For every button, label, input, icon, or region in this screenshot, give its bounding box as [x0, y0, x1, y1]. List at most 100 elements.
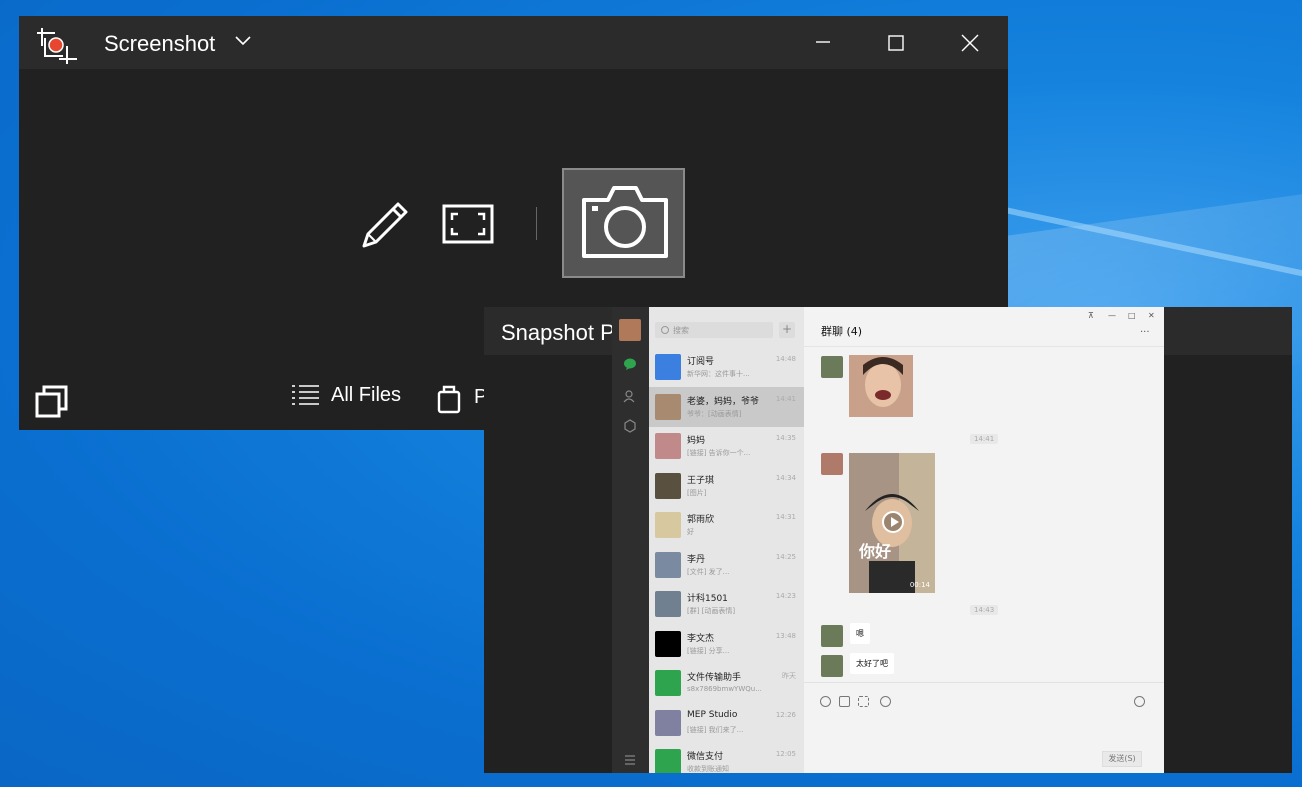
- chat-list-item[interactable]: 李丹 [文件] 发了... 14:25: [649, 545, 804, 585]
- call-icon[interactable]: [1134, 696, 1145, 707]
- chat-preview: 新华网：这件事十...: [687, 370, 750, 378]
- avatar: [655, 551, 681, 578]
- pencil-icon[interactable]: [358, 198, 414, 250]
- multiple-windows-icon[interactable]: [34, 383, 70, 419]
- avatar: [655, 472, 681, 499]
- chat-time: 14:23: [775, 592, 796, 600]
- avatar: [655, 749, 681, 773]
- chat-time: 14:31: [775, 513, 796, 521]
- chat-preview: [图片]: [687, 488, 707, 497]
- maximize-icon[interactable]: [883, 30, 909, 56]
- chat-name: 李丹: [687, 554, 706, 565]
- chat-list-item[interactable]: 文件传输助手 s8x7869bmwYWQu... 昨天: [649, 663, 804, 703]
- chat-preview: [文件] 发了...: [687, 567, 730, 576]
- chat-name: MEP Studio: [687, 709, 738, 720]
- chat-bubble-icon[interactable]: [623, 357, 637, 371]
- chat-time: 14:34: [775, 473, 796, 482]
- conversation-pane: 群聊 (4) ⊼ — □ ✕ ··· 14:41 你好 00:14 14:43 …: [804, 307, 1164, 773]
- fullscreen-capture-icon[interactable]: [442, 204, 494, 244]
- chat-preview: 收款到账通知: [687, 765, 729, 773]
- chat-preview: [链接] 告诉你一个...: [687, 449, 751, 457]
- chat-preview: s8x7869bmwYWQu...: [687, 685, 762, 693]
- chat-name: 妈妈: [687, 436, 706, 446]
- all-files-button[interactable]: All Files: [291, 383, 401, 407]
- chat-name: 王子琪: [687, 475, 715, 486]
- chat-preview: [群] [动画表情]: [687, 607, 736, 615]
- video-duration: 00:14: [909, 581, 930, 589]
- all-files-label: All Files: [331, 383, 402, 406]
- send-button[interactable]: 发送(S): [1102, 751, 1142, 767]
- capture-button[interactable]: [562, 168, 685, 278]
- chat-time: 14:41: [775, 394, 796, 403]
- chat-time: 14:35: [775, 434, 796, 442]
- avatar: [821, 655, 843, 677]
- chat-name: 微信支付: [687, 752, 724, 762]
- chat-preview: 爷爷：[动画表情]: [687, 409, 742, 418]
- search-input[interactable]: 搜索: [655, 322, 773, 338]
- chat-name: 李文杰: [687, 633, 715, 644]
- video-message[interactable]: 你好 00:14: [849, 453, 935, 593]
- timestamp: 14:41: [970, 434, 999, 444]
- avatar: [655, 709, 681, 736]
- avatar: [821, 625, 843, 647]
- chat-list-item[interactable]: 老婆，妈妈，爷爷 爷爷：[动画表情] 14:41: [649, 386, 804, 427]
- chat-list-item[interactable]: 微信支付收款到账通知 12:05: [649, 742, 804, 773]
- timestamp: 14:43: [970, 605, 999, 615]
- chat-time: 昨天: [782, 672, 796, 680]
- app-title: Screenshot: [104, 31, 216, 56]
- message-bubble: 太好了吧: [850, 653, 894, 674]
- chat-name: 计科1501: [687, 594, 728, 604]
- paste-icon[interactable]: [436, 384, 462, 414]
- photo-thumbnail: [849, 355, 913, 417]
- add-chat-button[interactable]: +: [779, 322, 795, 338]
- avatar: [655, 591, 681, 617]
- chevron-down-icon[interactable]: [234, 34, 252, 48]
- avatar: [655, 512, 681, 538]
- screenshot-title-bar[interactable]: Screenshot: [19, 16, 1008, 69]
- chat-list-item[interactable]: 计科1501 [群] [动画表情] 14:23: [649, 584, 804, 624]
- chat-list-item[interactable]: 妈妈 [链接] 告诉你一个... 14:35: [649, 426, 804, 466]
- image-message[interactable]: [849, 355, 913, 417]
- chat-name: 老婆，妈妈，爷爷: [687, 396, 760, 407]
- avatar: [655, 393, 681, 420]
- minimize-icon[interactable]: —: [1108, 311, 1116, 320]
- chat-time: 12:05: [775, 750, 796, 758]
- chat-time: 14:25: [775, 552, 796, 561]
- toolbar-divider: [536, 207, 537, 240]
- avatar: [821, 453, 843, 475]
- menu-icon[interactable]: [623, 753, 637, 767]
- chat-name: 郭雨欣: [687, 515, 715, 525]
- chat-time: 13:48: [775, 631, 796, 640]
- camera-icon: [582, 186, 668, 258]
- chat-name: 文件传输助手: [687, 673, 742, 683]
- chat-list-item[interactable]: 李文杰 [链接] 分享... 13:48: [649, 624, 804, 664]
- screenshot-app-icon: [37, 28, 77, 64]
- conversation-header: 群聊 (4) ⊼ — □ ✕ ···: [804, 307, 1164, 347]
- emoji-icon[interactable]: [820, 696, 831, 707]
- box-icon[interactable]: [623, 419, 637, 433]
- avatar[interactable]: [619, 319, 641, 341]
- chat-app-image: 搜索 + 订阅号 新华网：这件事十... 14:48 老婆，妈妈，爷爷 爷爷：[动画表情…: [612, 307, 1164, 773]
- scissors-icon[interactable]: [858, 696, 869, 707]
- folder-icon[interactable]: [839, 696, 850, 707]
- maximize-icon[interactable]: □: [1128, 311, 1136, 320]
- chat-preview: [链接] 我们来了...: [687, 725, 744, 734]
- close-icon[interactable]: [957, 30, 983, 56]
- chat-list-item[interactable]: 郭雨欣好 14:31: [649, 505, 804, 545]
- close-icon[interactable]: ✕: [1148, 311, 1155, 320]
- chat-list-item[interactable]: 订阅号 新华网：这件事十... 14:48: [649, 347, 804, 387]
- play-icon[interactable]: [882, 511, 904, 533]
- chat-name: 订阅号: [687, 357, 715, 367]
- message-input-area[interactable]: 发送(S): [804, 682, 1164, 773]
- contacts-icon[interactable]: [623, 389, 637, 403]
- chat-list-item[interactable]: MEP Studio [链接] 我们来了... 12:26: [649, 703, 804, 743]
- chat-list-item[interactable]: 王子琪 [图片] 14:34: [649, 466, 804, 506]
- chat-side-rail: [612, 307, 649, 773]
- chat-history-icon[interactable]: [880, 696, 891, 707]
- pin-icon[interactable]: ⊼: [1088, 311, 1094, 320]
- more-options-icon[interactable]: ···: [1140, 327, 1150, 338]
- chat-list: 搜索 + 订阅号 新华网：这件事十... 14:48 老婆，妈妈，爷爷 爷爷：[动画表情…: [649, 307, 804, 773]
- chat-preview: 好: [687, 528, 694, 536]
- conversation-title: 群聊 (4): [821, 325, 863, 338]
- minimize-icon[interactable]: [810, 30, 836, 56]
